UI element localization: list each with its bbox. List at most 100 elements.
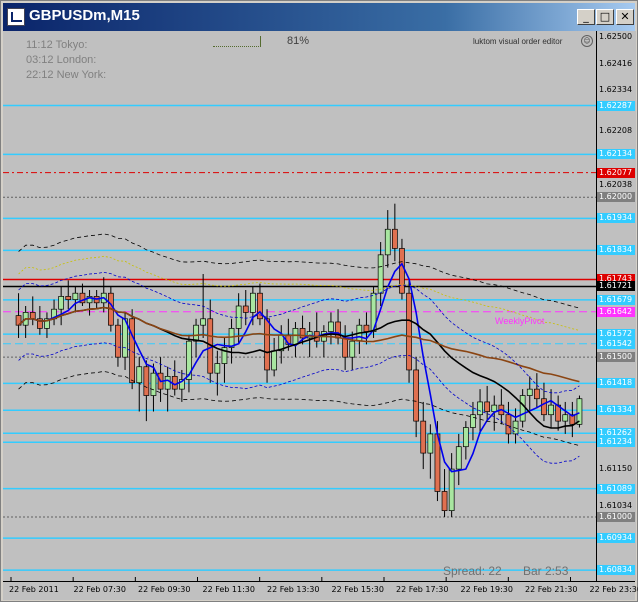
candle-body	[399, 248, 405, 294]
candle-body	[541, 398, 547, 416]
price-axis[interactable]: 1.62500 1.62416 1.62334 1.62287 1.62208 1.621…	[596, 31, 636, 581]
percent-bar-marker	[260, 36, 261, 46]
candle-body	[384, 228, 391, 256]
candle-body	[548, 404, 554, 416]
candle-body	[292, 328, 299, 345]
chart-window: GBPUSDm,M15 _ □ ✕ 11:12 Tokyo: 03:12 Lon…	[0, 0, 638, 602]
clock-tokyo-city: Tokyo:	[55, 39, 88, 51]
chart-canvas[interactable]: 11:12 Tokyo: 03:12 London: 22:12 New Yor…	[3, 31, 596, 581]
candle-body	[377, 254, 384, 294]
price-axis-label: 1.60934	[597, 533, 635, 544]
clock-london-time: 03:12	[26, 54, 54, 66]
minimize-button[interactable]: _	[577, 9, 595, 25]
candle-body	[470, 414, 476, 428]
price-axis-label: 1.61642	[597, 306, 635, 317]
time-axis-label: 22 Feb 23:30	[589, 585, 638, 594]
clock-tokyo: 11:12 Tokyo:	[26, 39, 87, 51]
ea-smiley-icon[interactable]: ☺	[581, 35, 593, 47]
window-title: GBPUSDm,M15	[29, 7, 140, 24]
candle-body	[214, 363, 221, 374]
time-axis-label: 22 Feb 21:30	[525, 585, 578, 594]
clock-newyork-time: 22:12	[26, 69, 54, 81]
price-axis-label: 1.61000	[597, 512, 635, 523]
price-chart[interactable]	[3, 31, 596, 581]
candle-body	[193, 324, 199, 342]
time-axis[interactable]: 22 Feb 2011 22 Feb 07:30 22 Feb 09:30 22 Fe…	[3, 581, 638, 600]
candle-body	[143, 366, 150, 396]
price-axis-label: 1.62287	[597, 100, 635, 111]
candle-body	[533, 388, 540, 400]
time-axis-label: 22 Feb 19:30	[460, 585, 513, 594]
close-button[interactable]: ✕	[616, 9, 634, 25]
candle-body	[413, 369, 419, 422]
title-bar[interactable]: GBPUSDm,M15 _ □ ✕	[3, 3, 635, 31]
time-axis-label: 22 Feb 09:30	[138, 585, 191, 594]
candle-body	[58, 296, 65, 310]
time-axis-label: 22 Feb 11:30	[202, 585, 255, 594]
clock-london-city: London:	[56, 54, 97, 66]
candle-body	[505, 414, 512, 435]
price-axis-label: 1.62000	[597, 192, 635, 203]
weekly-pivot-label: WeeklyPivot	[495, 316, 545, 326]
candle-body	[455, 446, 462, 470]
candle-body	[427, 433, 434, 454]
price-axis-label: 1.60834	[597, 565, 635, 576]
price-axis-label: 1.61234	[597, 437, 635, 448]
candle-body	[342, 337, 348, 358]
price-axis-label: 1.61542	[597, 338, 635, 349]
price-axis-label: 1.61679	[597, 294, 635, 305]
candle-body	[406, 292, 412, 371]
candle-body	[448, 468, 455, 512]
candle-body	[420, 420, 427, 454]
candle-body	[264, 318, 270, 371]
candle-body	[271, 350, 277, 371]
candle-body	[200, 318, 206, 326]
candle-body	[392, 228, 398, 249]
time-axis-label: 22 Feb 15:30	[331, 585, 384, 594]
price-axis-label: 1.61150	[599, 464, 633, 474]
price-axis-label: 1.62500	[599, 32, 633, 42]
clock-tokyo-time: 11:12	[26, 39, 53, 51]
maximize-button[interactable]: □	[596, 9, 614, 25]
spread-text: Spread: 22	[443, 564, 502, 578]
clock-london: 03:12 London:	[26, 54, 96, 66]
price-axis-label: 1.61934	[597, 213, 635, 224]
price-axis-label: 1.62416	[599, 59, 633, 69]
bar-timer-text: Bar 2:53	[523, 564, 569, 578]
candle-body	[164, 375, 171, 390]
candle-body	[491, 404, 498, 412]
time-axis-label: 22 Feb 17:30	[396, 585, 449, 594]
candle-body	[526, 388, 533, 396]
candle-body	[150, 372, 157, 396]
price-axis-label: 1.61089	[597, 483, 635, 494]
percent-bar	[213, 39, 261, 47]
candle-body	[562, 414, 569, 422]
candle-body	[519, 395, 526, 422]
candle-body	[228, 328, 235, 348]
candle-body	[363, 324, 370, 332]
price-axis-label: 1.61834	[597, 245, 635, 256]
price-axis-label: 1.61334	[597, 405, 635, 416]
candle-body	[65, 296, 72, 300]
price-axis-label: 1.61721	[597, 281, 635, 292]
candle-body	[576, 398, 583, 425]
bands-lower-line	[18, 342, 580, 464]
time-axis-label: 22 Feb 13:30	[267, 585, 320, 594]
price-axis-label: 1.62208	[599, 125, 633, 135]
candle-body	[299, 328, 306, 339]
candle-body	[349, 340, 356, 358]
time-axis-label: 22 Feb 07:30	[73, 585, 126, 594]
price-axis-label: 1.61034	[599, 501, 633, 511]
percent-indicator: 81%	[287, 35, 310, 47]
ea-label: luktom visual order editor	[473, 37, 563, 46]
candle-body	[136, 366, 143, 384]
price-axis-label: 1.62334	[599, 85, 633, 95]
bands-upper-line	[18, 271, 580, 394]
price-axis-label: 1.61418	[597, 378, 635, 389]
candle-body	[29, 312, 36, 320]
candle-body	[129, 318, 136, 384]
time-axis-label: 22 Feb 2011	[9, 585, 59, 594]
price-axis-label: 1.62077	[597, 167, 635, 178]
candle-body	[328, 321, 334, 332]
candle-body	[477, 401, 483, 416]
